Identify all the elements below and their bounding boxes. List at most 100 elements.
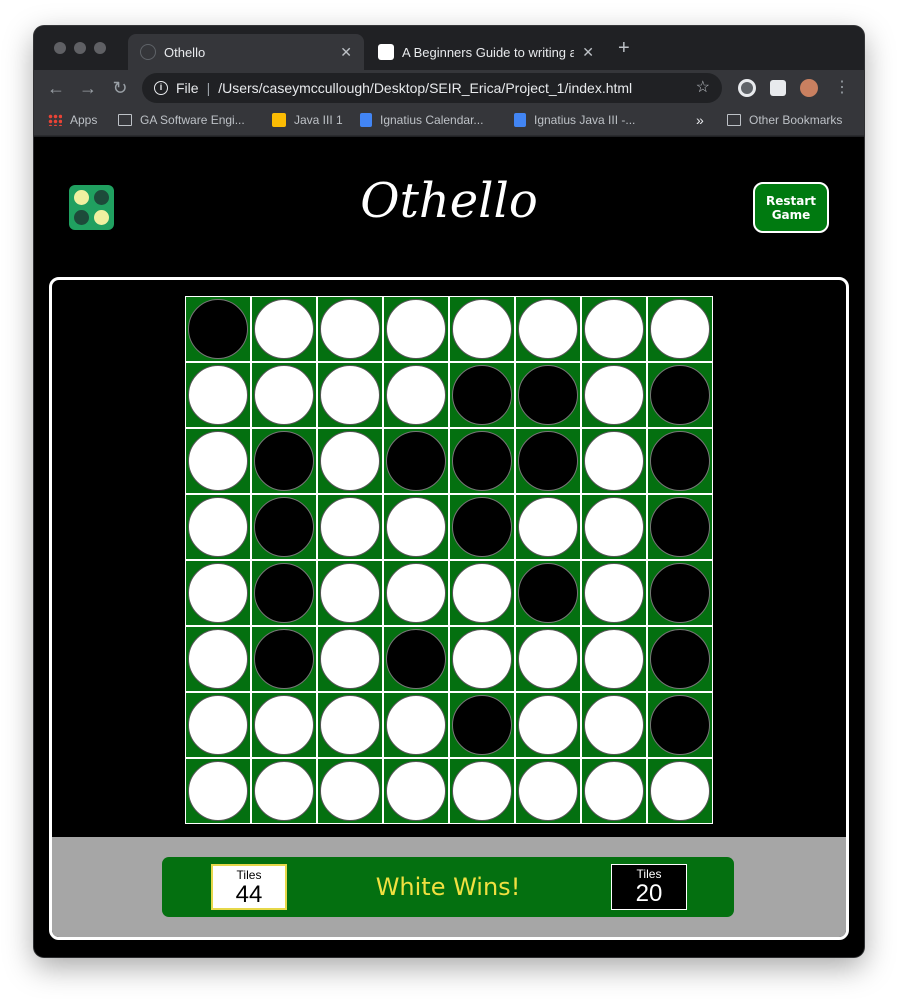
- board-cell[interactable]: [647, 296, 713, 362]
- board-cell[interactable]: [185, 692, 251, 758]
- board-cell[interactable]: [581, 362, 647, 428]
- board-cell[interactable]: [647, 362, 713, 428]
- board-cell[interactable]: [317, 626, 383, 692]
- black-tiles-label: Tiles: [636, 867, 662, 881]
- board-cell[interactable]: [515, 560, 581, 626]
- bookmark-star-icon[interactable]: ☆: [696, 77, 710, 97]
- tab-beginners-guide[interactable]: A Beginners Guide to writing a ✕: [366, 34, 606, 70]
- board-cell[interactable]: [251, 362, 317, 428]
- board-cell[interactable]: [383, 428, 449, 494]
- board-cell[interactable]: [449, 428, 515, 494]
- close-tab-icon[interactable]: ✕: [340, 44, 352, 60]
- address-bar[interactable]: i File | /Users/caseymccullough/Desktop/…: [142, 73, 722, 103]
- bookmark-apps[interactable]: Apps: [48, 113, 97, 127]
- board-cell[interactable]: [449, 560, 515, 626]
- reload-icon[interactable]: ↻: [108, 76, 132, 100]
- restart-game-button[interactable]: Restart Game: [753, 182, 829, 233]
- board-cell[interactable]: [383, 626, 449, 692]
- board-cell[interactable]: [383, 362, 449, 428]
- board-cell[interactable]: [449, 626, 515, 692]
- board-cell[interactable]: [515, 692, 581, 758]
- board-cell[interactable]: [449, 362, 515, 428]
- board-cell[interactable]: [383, 692, 449, 758]
- board-cell[interactable]: [581, 758, 647, 824]
- bookmark-ignatius-java[interactable]: Ignatius Java III -...: [514, 113, 635, 127]
- board-cell[interactable]: [185, 560, 251, 626]
- close-window-button[interactable]: [54, 42, 66, 54]
- white-disc: [188, 431, 248, 491]
- board-cell[interactable]: [251, 494, 317, 560]
- board-cell[interactable]: [251, 692, 317, 758]
- menu-kebab-icon[interactable]: ⋮: [830, 76, 854, 100]
- board-cell[interactable]: [647, 494, 713, 560]
- board-cell[interactable]: [251, 560, 317, 626]
- board-cell[interactable]: [185, 362, 251, 428]
- minimize-window-button[interactable]: [74, 42, 86, 54]
- bookmarks-overflow-icon[interactable]: »: [696, 112, 704, 128]
- board-cell[interactable]: [647, 626, 713, 692]
- board-cell[interactable]: [185, 428, 251, 494]
- board-cell[interactable]: [185, 758, 251, 824]
- board-cell[interactable]: [317, 758, 383, 824]
- profile-avatar[interactable]: [800, 79, 818, 97]
- board-cell[interactable]: [581, 626, 647, 692]
- board-cell[interactable]: [647, 428, 713, 494]
- board-cell[interactable]: [515, 758, 581, 824]
- board-cell[interactable]: [251, 758, 317, 824]
- board-cell[interactable]: [581, 560, 647, 626]
- zoom-window-button[interactable]: [94, 42, 106, 54]
- board-cell[interactable]: [647, 560, 713, 626]
- board-cell[interactable]: [647, 692, 713, 758]
- score-bar: White Wins! Tiles 44 Tiles 20: [52, 837, 846, 937]
- board-cell[interactable]: [251, 296, 317, 362]
- puzzle-extensions-icon[interactable]: [770, 80, 786, 96]
- board-cell[interactable]: [581, 692, 647, 758]
- board-cell[interactable]: [317, 296, 383, 362]
- back-arrow-icon[interactable]: ←: [44, 76, 68, 100]
- board-cell[interactable]: [383, 758, 449, 824]
- board-cell[interactable]: [449, 692, 515, 758]
- board-cell[interactable]: [251, 626, 317, 692]
- board-cell[interactable]: [449, 494, 515, 560]
- bookmark-label: GA Software Engi...: [140, 113, 245, 127]
- board-cell[interactable]: [515, 296, 581, 362]
- forward-arrow-icon[interactable]: →: [76, 76, 100, 100]
- board-cell[interactable]: [251, 428, 317, 494]
- board-cell[interactable]: [185, 494, 251, 560]
- white-disc: [254, 299, 314, 359]
- classroom-icon: [272, 113, 286, 127]
- board-cell[interactable]: [647, 758, 713, 824]
- board-cell[interactable]: [383, 560, 449, 626]
- board-cell[interactable]: [383, 296, 449, 362]
- extension-icon[interactable]: [738, 79, 756, 97]
- board-cell[interactable]: [185, 626, 251, 692]
- close-tab-icon[interactable]: ✕: [582, 44, 594, 60]
- board-cell[interactable]: [515, 626, 581, 692]
- board-cell[interactable]: [317, 428, 383, 494]
- info-icon[interactable]: i: [154, 81, 168, 95]
- bookmark-other[interactable]: Other Bookmarks: [727, 113, 842, 127]
- bookmark-ga-software[interactable]: GA Software Engi...: [118, 113, 245, 127]
- board-cell[interactable]: [317, 560, 383, 626]
- board-cell[interactable]: [581, 428, 647, 494]
- new-tab-button[interactable]: +: [618, 38, 630, 58]
- board-cell[interactable]: [185, 296, 251, 362]
- board-cell[interactable]: [515, 428, 581, 494]
- white-tiles-count: 44: [235, 881, 263, 908]
- board-cell[interactable]: [317, 692, 383, 758]
- tab-title: Othello: [164, 44, 206, 60]
- board-cell[interactable]: [383, 494, 449, 560]
- board-cell[interactable]: [581, 494, 647, 560]
- board-cell[interactable]: [449, 296, 515, 362]
- board-cell[interactable]: [581, 296, 647, 362]
- board-cell[interactable]: [515, 362, 581, 428]
- board-cell[interactable]: [449, 758, 515, 824]
- bookmark-ignatius-calendar[interactable]: Ignatius Calendar...: [360, 113, 483, 127]
- board-cell[interactable]: [317, 362, 383, 428]
- black-disc: [452, 695, 512, 755]
- bookmark-java-iii[interactable]: Java III 1: [272, 113, 343, 127]
- board-cell[interactable]: [317, 494, 383, 560]
- black-disc: [650, 431, 710, 491]
- board-cell[interactable]: [515, 494, 581, 560]
- tab-othello[interactable]: Othello ✕: [128, 34, 364, 70]
